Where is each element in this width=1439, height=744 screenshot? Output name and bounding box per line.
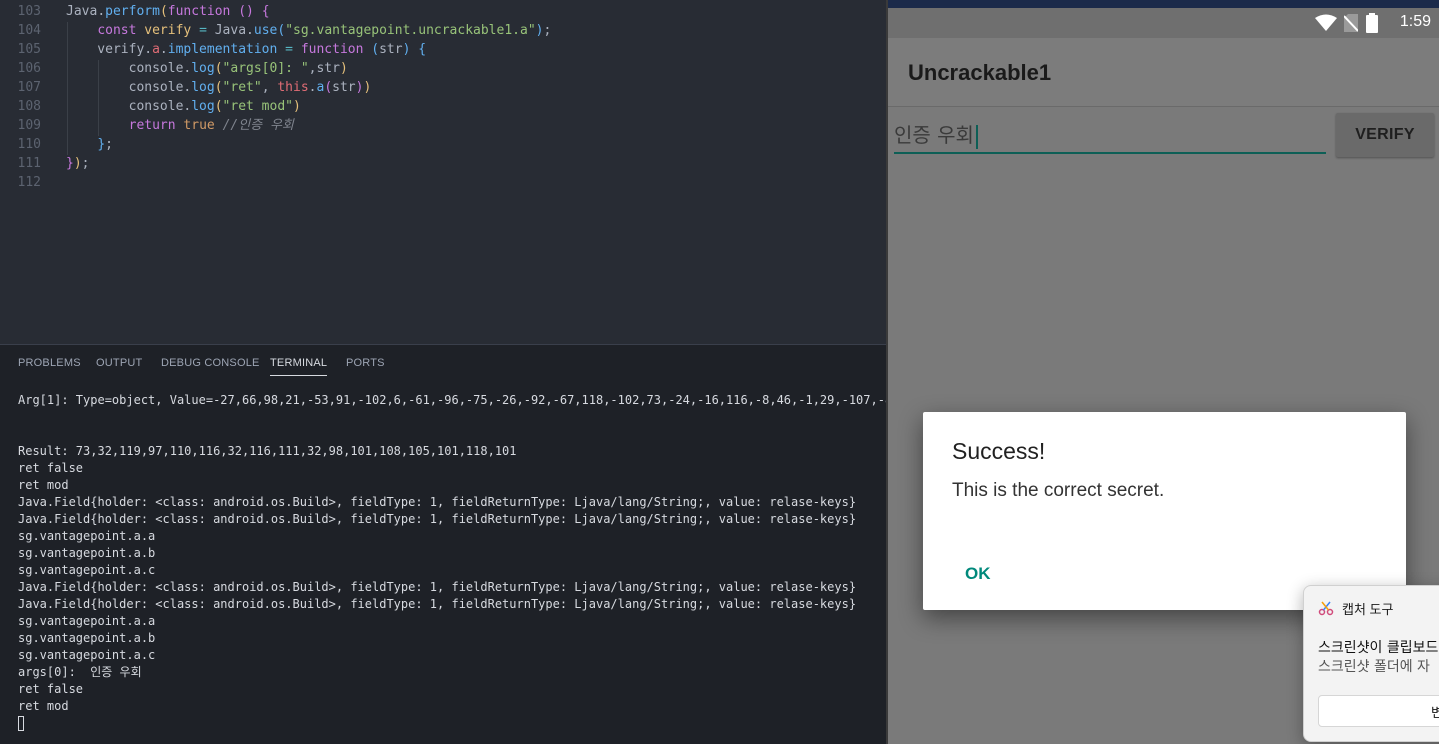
secret-input[interactable]: 인증 우회 bbox=[894, 116, 1326, 154]
code-editor[interactable]: 103 Java.perform(function () { 104 const v… bbox=[0, 0, 886, 344]
terminal-line: ret false bbox=[18, 682, 84, 696]
secret-input-value: 인증 우회 bbox=[894, 119, 978, 149]
code-text: const verify = Java.use("sg.vantagepoint… bbox=[97, 23, 552, 38]
terminal-line: sg.vantagepoint.a.c bbox=[18, 563, 156, 577]
terminal-line: Java.Field{holder: <class: android.os.Bu… bbox=[18, 495, 857, 509]
status-bar: 1:59 bbox=[888, 8, 1439, 38]
line-number: 107 bbox=[17, 80, 41, 95]
terminal-line: ret mod bbox=[18, 699, 69, 713]
line-number: 108 bbox=[17, 99, 41, 114]
tab-terminal[interactable]: TERMINAL bbox=[270, 357, 328, 376]
snipping-tool-notification[interactable]: 캡처 도구 스크린샷이 클립보드 스크린샷 폴더에 자 변 bbox=[1303, 585, 1439, 742]
terminal-line: sg.vantagepoint.a.a bbox=[18, 614, 156, 628]
battery-icon bbox=[1366, 13, 1378, 33]
line-number: 109 bbox=[17, 118, 41, 133]
tab-debug-console[interactable]: DEBUG CONSOLE bbox=[161, 357, 260, 369]
code-text: }); bbox=[66, 156, 90, 171]
tab-output[interactable]: OUTPUT bbox=[96, 357, 142, 369]
terminal-line: ret false bbox=[18, 461, 84, 475]
dialog-title: Success! bbox=[952, 438, 1046, 464]
terminal-line: Java.Field{holder: <class: android.os.Bu… bbox=[18, 512, 857, 526]
line-number: 106 bbox=[17, 61, 41, 76]
line-number: 105 bbox=[17, 42, 41, 57]
code-text: verify.a.implementation = function (str)… bbox=[66, 42, 427, 57]
code-line: 106 console.log("args[0]: ",str) bbox=[0, 59, 886, 78]
code-text: console.log("ret mod") bbox=[66, 99, 301, 114]
dialog-ok-button[interactable]: OK bbox=[965, 564, 991, 584]
status-time: 1:59 bbox=[1399, 13, 1431, 30]
code-text: }; bbox=[97, 137, 113, 152]
code-line: 103 Java.perform(function () { bbox=[0, 2, 886, 21]
terminal-line: args[0]: 인증 우회 bbox=[18, 665, 142, 679]
app-title: Uncrackable1 bbox=[908, 60, 1052, 85]
terminal-line: ret mod bbox=[18, 478, 69, 492]
terminal-line: sg.vantagepoint.a.b bbox=[18, 546, 156, 560]
code-line: 108 console.log("ret mod") bbox=[0, 97, 886, 116]
code-text: return true //인증 우회 bbox=[128, 118, 294, 133]
terminal-line: sg.vantagepoint.a.b bbox=[18, 631, 156, 645]
code-text: console.log("args[0]: ",str) bbox=[66, 61, 348, 76]
scissors-icon bbox=[1318, 601, 1334, 616]
code-text: Java.perform(function () { bbox=[66, 4, 270, 19]
code-line: 107 console.log("ret", this.a(str)) bbox=[0, 78, 886, 97]
code-text: console.log("ret", this.a(str)) bbox=[66, 80, 372, 95]
verify-button[interactable]: VERIFY bbox=[1336, 113, 1434, 157]
toast-subtitle: 스크린샷 폴더에 자 bbox=[1318, 659, 1430, 675]
wifi-icon bbox=[1315, 14, 1337, 31]
terminal-line: Result: 73,32,119,97,110,116,32,116,111,… bbox=[18, 444, 517, 458]
code-line: 112 bbox=[0, 173, 886, 192]
no-sim-icon bbox=[1344, 14, 1358, 32]
terminal-line: Java.Field{holder: <class: android.os.Bu… bbox=[18, 597, 857, 611]
line-number: 103 bbox=[17, 4, 41, 19]
terminal-line: Java.Field{holder: <class: android.os.Bu… bbox=[18, 580, 857, 594]
dialog-message: This is the correct secret. bbox=[952, 480, 1165, 501]
text-caret bbox=[975, 124, 978, 149]
panel-tabs: PROBLEMS OUTPUT DEBUG CONSOLE TERMINAL P… bbox=[0, 345, 886, 381]
window-top-band bbox=[888, 0, 1439, 8]
line-number: 112 bbox=[17, 175, 41, 190]
code-line: 104 const verify = Java.use("sg.vantagep… bbox=[0, 21, 886, 40]
success-dialog: Success! This is the correct secret. OK bbox=[923, 412, 1406, 610]
code-line: 111}); bbox=[0, 154, 886, 173]
terminal-line: sg.vantagepoint.a.c bbox=[18, 648, 156, 662]
app-bar: Uncrackable1 bbox=[888, 38, 1439, 107]
line-number: 111 bbox=[17, 156, 41, 171]
toast-edit-button[interactable]: 변 bbox=[1318, 695, 1439, 727]
line-number: 110 bbox=[17, 137, 41, 152]
terminal-line: sg.vantagepoint.a.a bbox=[18, 529, 156, 543]
code-line: 109 return true //인증 우회 bbox=[0, 116, 886, 135]
terminal-line: Arg[1]: Type=object, Value=-27,66,98,21,… bbox=[18, 393, 914, 407]
toast-title: 스크린샷이 클립보드 bbox=[1318, 640, 1439, 656]
tab-problems[interactable]: PROBLEMS bbox=[18, 357, 81, 369]
tab-ports[interactable]: PORTS bbox=[346, 357, 385, 369]
terminal-cursor bbox=[18, 716, 24, 731]
code-line: 105 verify.a.implementation = function (… bbox=[0, 40, 886, 59]
toast-app-name: 캡처 도구 bbox=[1342, 602, 1394, 617]
line-number: 104 bbox=[17, 23, 41, 38]
code-line: 110 }; bbox=[0, 135, 886, 154]
